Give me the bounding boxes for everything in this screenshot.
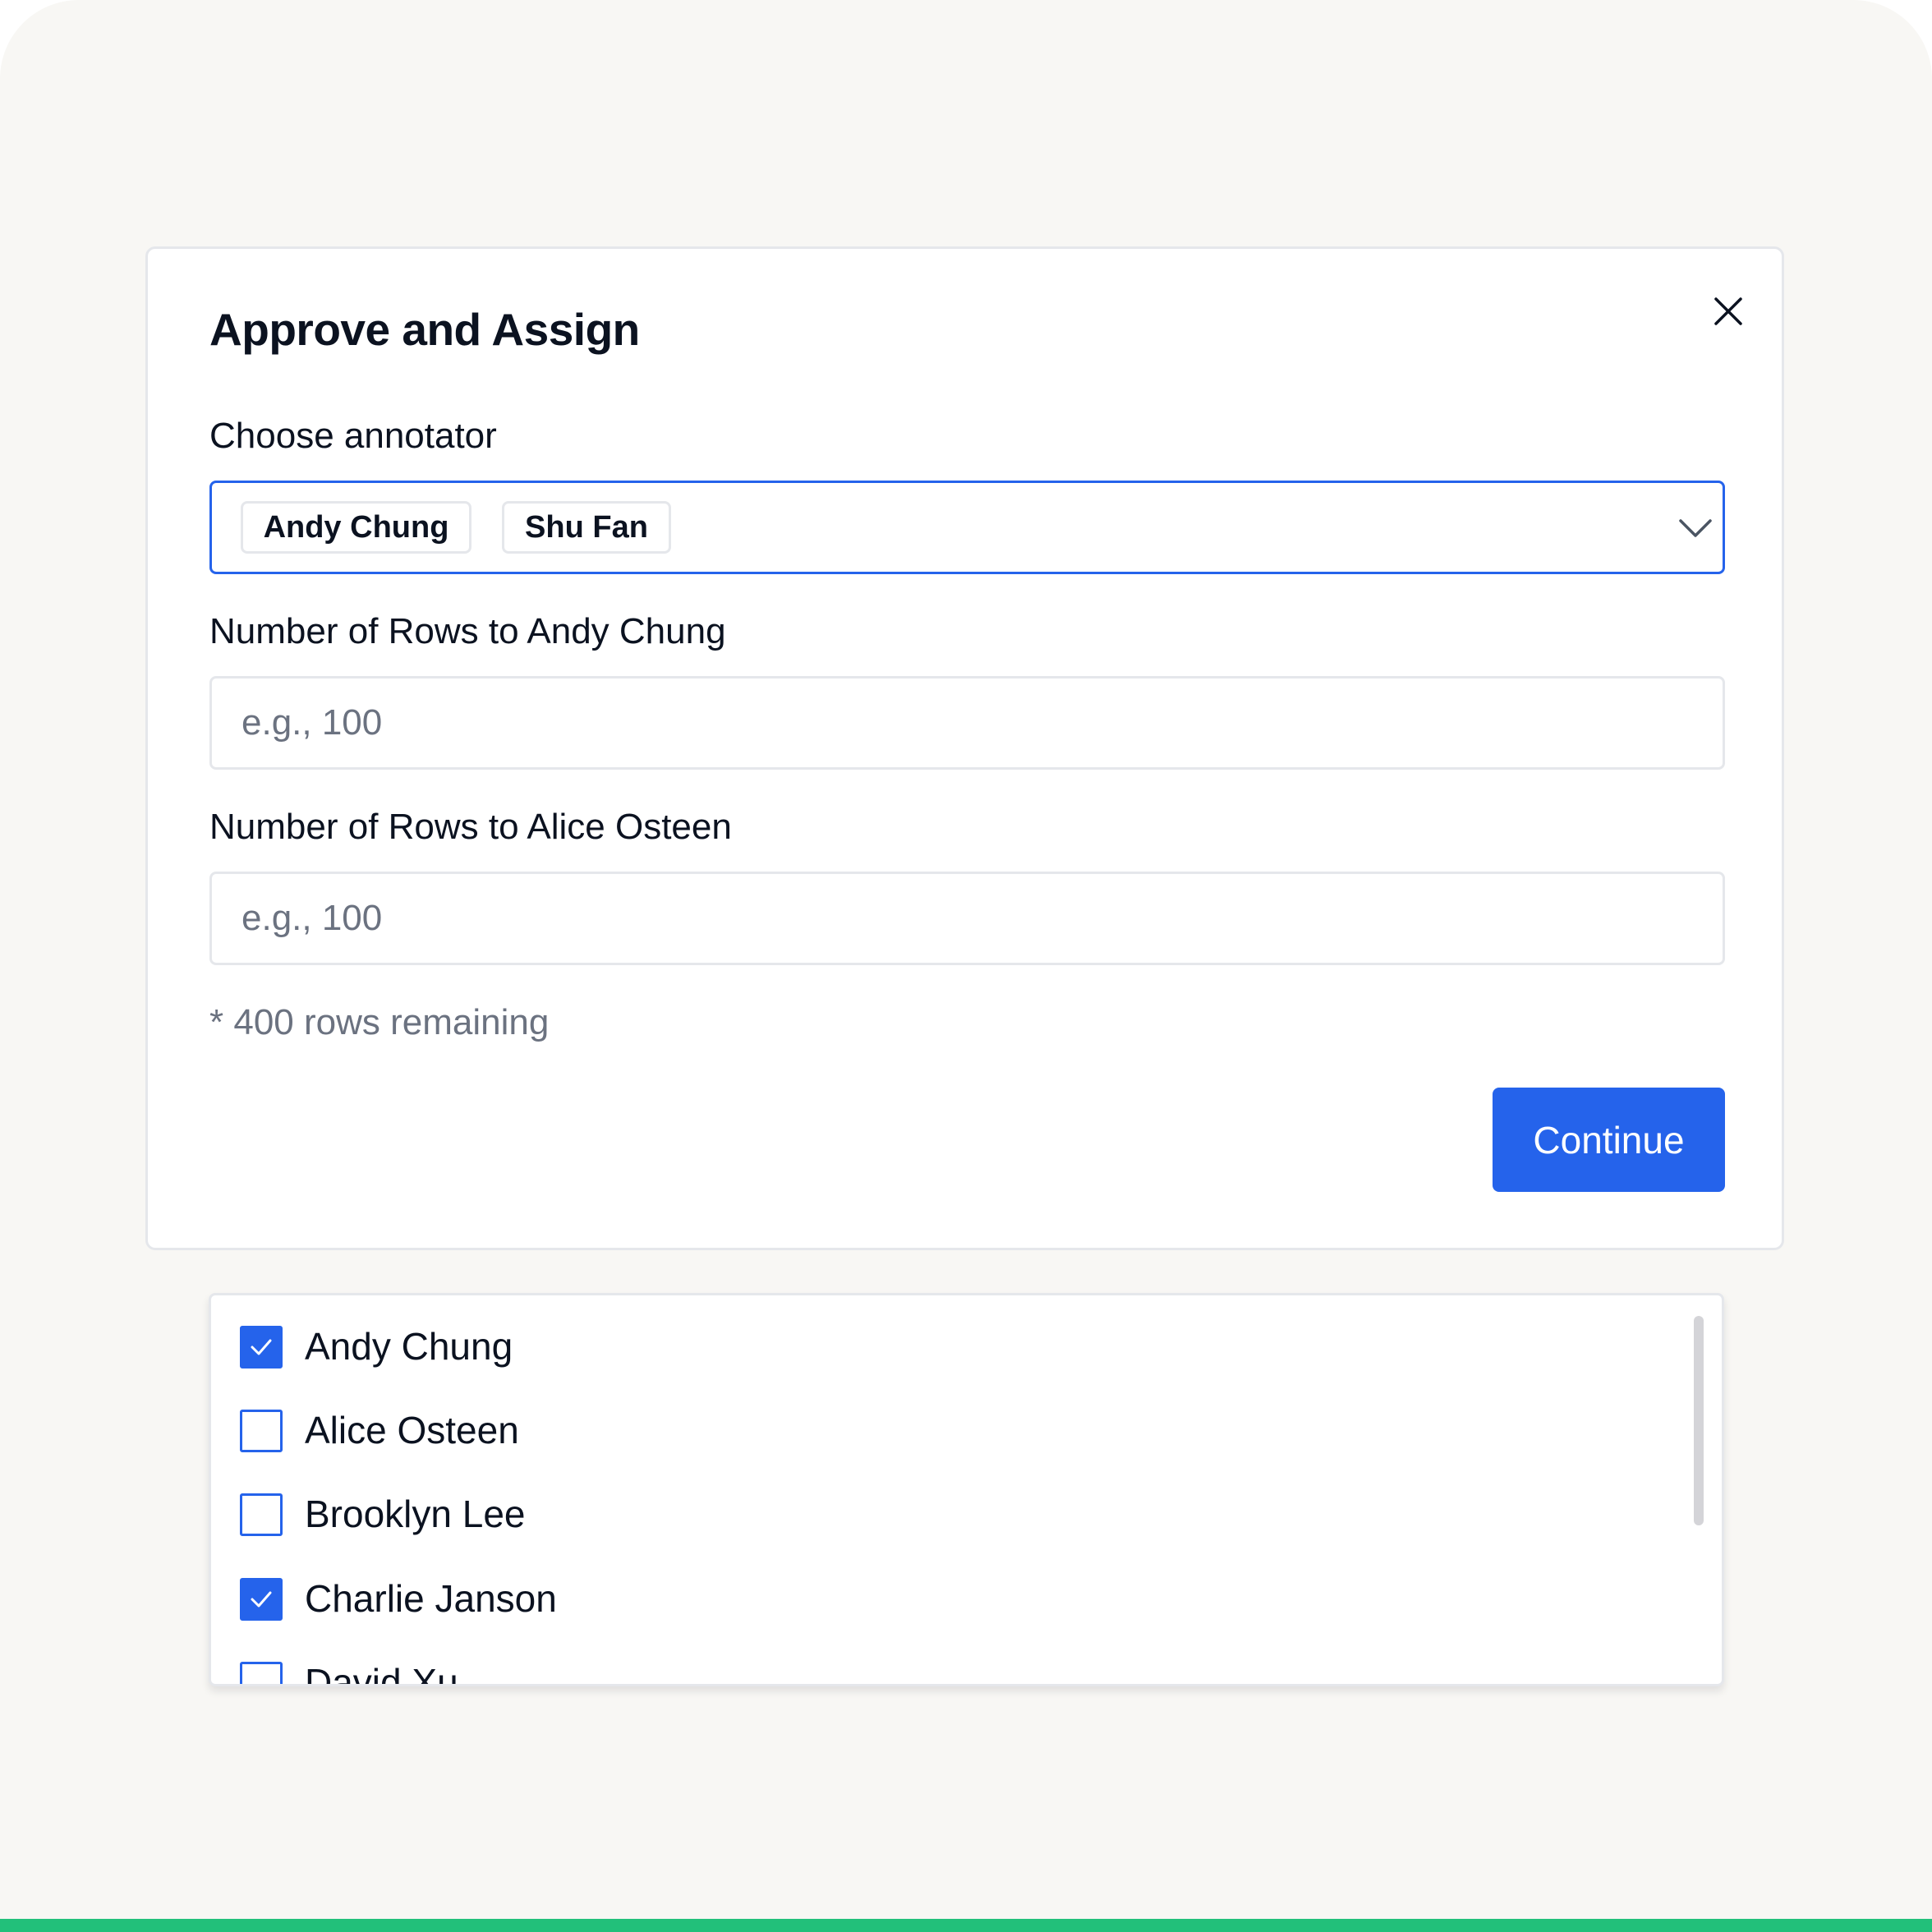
dialog-title: Approve and Assign [209,304,640,355]
rows-alice-osteen-input[interactable] [209,872,1725,965]
annotator-option-david-xu[interactable]: David Xu [211,1650,1673,1686]
annotator-option-brooklyn-lee[interactable]: Brooklyn Lee [211,1482,1673,1548]
annotator-select[interactable]: Andy Chung Shu Fan [209,481,1725,574]
rows-remaining-note: * 400 rows remaining [209,1002,550,1042]
selected-annotator-chip[interactable]: Andy Chung [241,501,472,554]
option-label: Brooklyn Lee [305,1493,526,1535]
checkbox[interactable] [240,1326,283,1368]
close-button[interactable] [1709,292,1748,331]
app-background: Approve and Assign Choose annotator Andy… [0,0,1932,1932]
rows-andy-chung-input[interactable] [209,676,1725,770]
close-icon [1714,297,1742,325]
annotator-option-andy-chung[interactable]: Andy Chung [211,1314,1673,1380]
selected-annotator-chip[interactable]: Shu Fan [502,501,671,554]
continue-button[interactable]: Continue [1493,1088,1725,1192]
annotator-dropdown-list[interactable]: Andy Chung Alice Osteen Brooklyn Lee Cha… [209,1293,1724,1686]
option-label: Charlie Janson [305,1577,557,1620]
checkbox[interactable] [240,1410,283,1452]
annotator-option-alice-osteen[interactable]: Alice Osteen [211,1398,1673,1464]
check-icon [251,1591,272,1608]
option-label: Alice Osteen [305,1409,519,1451]
approve-assign-dialog: Approve and Assign Choose annotator Andy… [145,246,1784,1250]
chevron-down-icon[interactable] [1677,514,1714,540]
option-label: David Xu [305,1661,458,1686]
option-label: Andy Chung [305,1325,513,1368]
rows-alice-osteen-label: Number of Rows to Alice Osteen [209,807,732,847]
checkbox[interactable] [240,1493,283,1536]
check-icon [251,1339,272,1355]
bottom-accent-bar [0,1919,1932,1932]
choose-annotator-label: Choose annotator [209,416,497,456]
checkbox[interactable] [240,1662,283,1684]
dropdown-scrollbar[interactable] [1694,1316,1704,1525]
checkbox[interactable] [240,1578,283,1621]
rows-andy-chung-label: Number of Rows to Andy Chung [209,611,726,651]
annotator-option-charlie-janson[interactable]: Charlie Janson [211,1566,1673,1632]
